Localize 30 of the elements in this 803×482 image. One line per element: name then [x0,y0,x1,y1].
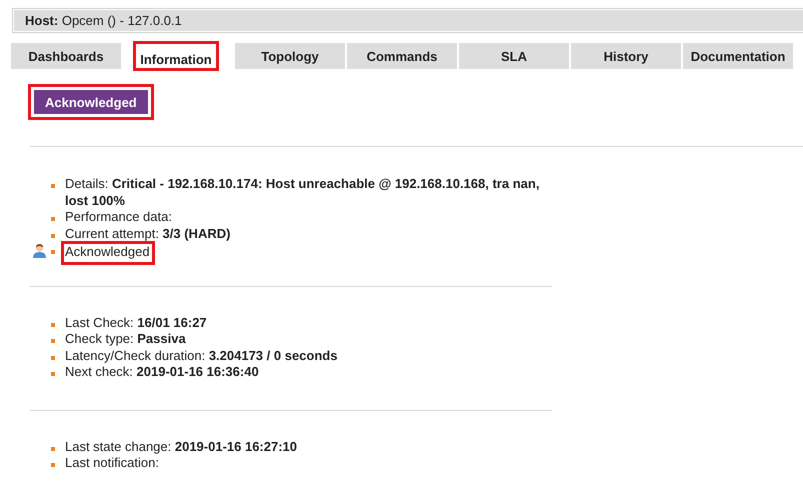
bullet-icon [51,463,55,467]
detail-text: Next check: 2019-01-16 16:36:40 [65,364,260,380]
tab[interactable]: Topology [235,43,345,69]
detail-text: Details: Critical - 192.168.10.174: Host unreachable @ 192.168.10.168, tra nan, lost 100% [65,176,540,209]
tab[interactable]: Documentation [683,43,793,69]
tab[interactable]: Dashboards [11,43,121,69]
bullet-icon [51,250,55,254]
detail-text: Check type: Passiva [65,331,187,348]
detail-text: Acknowledged [64,244,152,262]
bullet-icon [51,372,55,376]
bullet-icon [51,322,55,326]
detail-text: Last notification: [65,455,160,472]
detail-text: Latency/Check duration: 3.204173 / 0 seconds [65,348,338,364]
bullet-icon [51,339,55,343]
detail-text: Performance data: [65,209,173,226]
bullet-icon [51,184,55,188]
tab[interactable]: History [571,43,681,69]
detail-text: Current attempt: 3/3 (HARD) [65,226,232,242]
detail-text: Last state change: 2019-01-16 16:27:10 [65,438,298,455]
bullet-icon [51,356,55,360]
status-button[interactable]: Acknowledged [28,84,154,120]
bullet-icon [51,446,55,450]
tab[interactable]: Information [135,43,217,69]
bullet-icon [51,234,55,238]
host-title: Host: Opcem () - 127.0.0.1 [25,13,182,28]
tab[interactable]: Commands [347,43,457,69]
detail-text: Last Check: 16/01 16:27 [65,314,208,331]
person-icon [32,243,47,258]
bullet-icon [51,217,55,221]
tab[interactable]: SLA [459,43,569,69]
